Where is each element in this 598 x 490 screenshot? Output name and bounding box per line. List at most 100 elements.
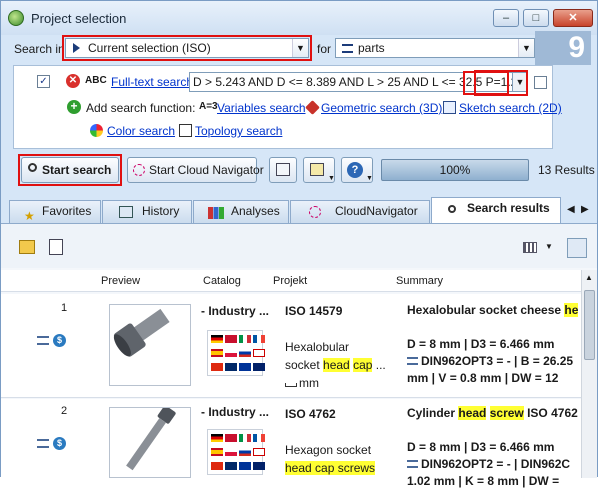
column-summary[interactable]: Summary — [396, 270, 443, 292]
scrollbar-thumb[interactable] — [584, 290, 595, 360]
flag-uk-icon — [253, 363, 265, 371]
start-cloud-navigator-button[interactable]: Start Cloud Navigator — [127, 157, 264, 183]
favorite-folder-icon[interactable] — [19, 240, 35, 254]
chevron-down-icon[interactable]: ▼ — [545, 242, 553, 251]
menu-icon[interactable] — [407, 460, 418, 468]
project-info: ISO 4762 Hexagon socket head cap screws — [285, 405, 376, 477]
flag-jp-icon — [253, 349, 265, 357]
info-icon[interactable]: $ — [53, 437, 66, 450]
catalog-name: - Industry ... — [201, 405, 270, 419]
minimize-button[interactable]: ‒ — [493, 9, 519, 27]
menu-icon[interactable] — [37, 336, 49, 345]
summary-title: Cylinder head screw ISO 4762 — [407, 406, 578, 420]
flag-it-icon — [239, 335, 251, 343]
highlight-term: cap — [353, 358, 373, 372]
tab-scroll-left-icon[interactable]: ◀ — [567, 204, 575, 215]
flag-es-icon — [211, 448, 223, 456]
list-icon — [342, 44, 353, 53]
flag-gb-icon — [225, 335, 237, 343]
sketch-icon — [443, 101, 456, 114]
flag-fr-icon — [253, 335, 265, 343]
app-logo: 9 — [535, 31, 591, 65]
for-label: for — [317, 42, 332, 56]
list-view-icon[interactable] — [567, 238, 587, 258]
column-catalog[interactable]: Catalog — [203, 270, 241, 292]
project-desc-line1: Hexagon socket — [285, 443, 372, 457]
flag-cn-icon — [211, 363, 223, 371]
chevron-down-icon[interactable]: ▼ — [518, 39, 534, 57]
export-icon[interactable] — [49, 239, 63, 255]
highlight-marker-search-in — [62, 35, 312, 61]
results-scrollbar[interactable]: ▲ — [581, 270, 597, 478]
fulltext-checkbox[interactable]: ✓ — [37, 75, 50, 88]
option-checkbox[interactable] — [534, 76, 547, 89]
document-search-icon — [276, 163, 290, 176]
summary-line3: 1.02 mm | K = 8 mm | DW = — [407, 474, 560, 488]
ruler-icon — [285, 383, 297, 387]
summary-line1: D = 8 mm | D3 = 6.466 mm — [407, 337, 555, 351]
add-icon[interactable]: + — [67, 100, 81, 114]
project-desc-2a: socket — [285, 358, 324, 372]
menu-icon[interactable] — [407, 357, 418, 365]
project-code: ISO 14579 — [285, 304, 343, 318]
color-search-link[interactable]: Color search — [107, 124, 175, 138]
tab-cloudnavigator[interactable]: CloudNavigator — [290, 200, 430, 223]
add-search-function-label: Add search function: — [86, 101, 196, 115]
menu-icon[interactable] — [37, 439, 49, 448]
scroll-up-icon[interactable]: ▲ — [585, 273, 593, 282]
language-flags — [207, 330, 265, 376]
summary-line2: DIN962OPT2 = - | DIN962C — [421, 457, 571, 471]
info-icon[interactable]: $ — [53, 334, 66, 347]
app-icon — [8, 10, 24, 26]
flag-gb-icon — [225, 434, 237, 442]
part-preview-image[interactable] — [109, 405, 191, 478]
table-row[interactable]: 1 $ - Industry ... ISO 14579 Hexalobular… — [1, 294, 581, 398]
print-tool-button[interactable]: ▼ — [303, 157, 335, 183]
geometric-search-link[interactable]: Geometric search (3D) — [321, 101, 442, 115]
column-projekt[interactable]: Projekt — [273, 270, 307, 292]
part-preview-image[interactable] — [109, 304, 191, 386]
unit-label: mm — [299, 376, 319, 390]
summary-title: Hexalobular socket cheese he — [407, 303, 579, 317]
variables-search-link[interactable]: Variables search — [217, 101, 306, 115]
chevron-down-icon: ▼ — [328, 175, 335, 182]
flag-de-icon — [211, 434, 223, 442]
language-flags — [207, 429, 265, 475]
tab-scroll-right-icon[interactable]: ▶ — [581, 204, 589, 215]
for-select[interactable]: parts ▼ — [335, 38, 535, 58]
tab-search-results[interactable]: Search results — [431, 197, 561, 223]
project-desc-line1: Hexalobular — [285, 340, 350, 354]
highlight-term: head cap screws — [285, 461, 376, 475]
highlight-marker-start-search — [18, 154, 122, 186]
bar-chart-icon — [208, 207, 224, 219]
window-title: Project selection — [31, 11, 127, 26]
abc-icon: ABC — [85, 75, 107, 86]
remove-icon[interactable]: ✕ — [66, 74, 80, 88]
tab-analyses[interactable]: Analyses — [193, 200, 289, 223]
sketch-search-link[interactable]: Sketch search (2D) — [459, 101, 562, 115]
tab-history[interactable]: History — [102, 200, 192, 223]
tab-bar: ★ Favorites History Analyses CloudNaviga… — [1, 197, 597, 223]
maximize-button[interactable]: □ — [523, 9, 549, 27]
row-number: 2 — [61, 405, 68, 417]
results-count: 13 Results — [538, 163, 595, 177]
topology-search-link[interactable]: Topology search — [195, 124, 282, 138]
variables-icon: A=3 — [199, 101, 218, 112]
flag-us-icon — [225, 462, 237, 470]
help-button[interactable]: ? ▼ — [341, 157, 373, 183]
table-row[interactable]: 2 $ - Industry ... ISO 4762 Hexagon sock… — [1, 399, 581, 488]
grid-view-icon[interactable] — [523, 242, 537, 253]
fulltext-search-link[interactable]: Full-text search — [111, 75, 193, 89]
flag-us-icon — [225, 363, 237, 371]
column-preview[interactable]: Preview — [101, 270, 140, 292]
color-wheel-icon — [90, 124, 103, 137]
highlight-term: head — [323, 358, 350, 372]
flag-it-icon — [239, 434, 251, 442]
summary: Hexalobular socket cheese he D = 8 mm | … — [407, 302, 579, 387]
tab-favorites[interactable]: ★ Favorites — [9, 200, 101, 223]
preview-tool-button[interactable] — [269, 157, 297, 183]
search-in-label: Search in — [14, 42, 65, 56]
calendar-icon — [119, 206, 133, 218]
results-toolbar: ▼ — [1, 224, 597, 268]
close-button[interactable]: ✕ — [553, 9, 593, 27]
